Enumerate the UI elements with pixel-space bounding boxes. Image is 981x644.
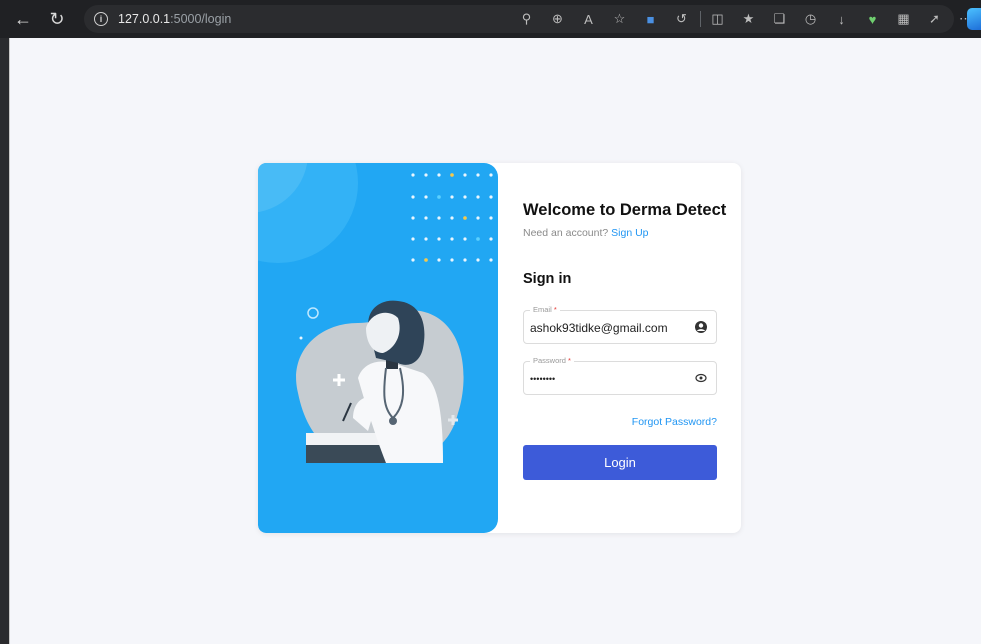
collections-icon[interactable]: ❏ (767, 5, 792, 33)
history-icon[interactable]: ◷ (798, 5, 823, 33)
screenshot-icon[interactable]: ▦ (891, 5, 916, 33)
email-field[interactable]: Email * ashok93tidke@gmail.com (523, 305, 717, 344)
reload-icon[interactable]: ↻ (44, 6, 70, 32)
need-account-text: Need an account? (523, 227, 609, 239)
site-info-icon[interactable]: i (94, 12, 108, 26)
password-label: Password * (530, 356, 574, 365)
forgot-password-link[interactable]: Forgot Password? (632, 416, 717, 428)
login-card: Welcome to Derma Detect Need an account?… (258, 163, 741, 533)
favorites-icon[interactable]: ★ (736, 5, 761, 33)
email-input[interactable]: ashok93tidke@gmail.com (530, 321, 668, 335)
zoom-icon[interactable]: ⊕ (545, 5, 570, 33)
window-gutter (0, 38, 10, 644)
performance-icon[interactable]: ♥ (860, 5, 885, 33)
split-screen-icon[interactable]: ◫ (705, 5, 730, 33)
email-label: Email * (530, 305, 560, 314)
password-field[interactable]: Password * •••••••• (523, 356, 717, 395)
signin-heading: Sign in (523, 271, 572, 287)
read-aloud-icon[interactable]: A (576, 5, 601, 33)
url-text[interactable]: 127.0.0.1:5000/login (118, 12, 231, 26)
password-input[interactable]: •••••••• (530, 374, 555, 384)
signup-link[interactable]: Sign Up (611, 227, 648, 239)
toolbar-icons: ⚲ ⊕ A ☆ ■ ↺ ◫ ★ ❏ ◷ ↓ ♥ ▦ ➚ ⋯ (514, 5, 981, 33)
refresh-extension-icon[interactable]: ↺ (669, 5, 694, 33)
toolbar-divider (700, 11, 701, 27)
share-icon[interactable]: ➚ (922, 5, 947, 33)
browser-toolbar: ← ↻ i 127.0.0.1:5000/login ⚲ ⊕ A ☆ ■ ↺ ◫… (0, 0, 981, 38)
copilot-icon[interactable] (967, 8, 981, 30)
address-bar[interactable]: i 127.0.0.1:5000/login ⚲ ⊕ A ☆ ■ ↺ ◫ ★ ❏… (84, 5, 972, 33)
eye-icon[interactable] (694, 371, 708, 385)
page-title: Welcome to Derma Detect (523, 201, 727, 219)
login-button[interactable]: Login (523, 445, 717, 480)
extension-icon[interactable]: ■ (638, 5, 663, 33)
back-arrow-icon[interactable]: ← (10, 6, 36, 32)
key-icon[interactable]: ⚲ (514, 5, 539, 33)
favorite-star-icon[interactable]: ☆ (607, 5, 632, 33)
doctor-illustration (258, 163, 498, 533)
download-icon[interactable]: ↓ (829, 5, 854, 33)
signup-prompt: Need an account? Sign Up (523, 227, 649, 239)
user-icon (695, 321, 707, 333)
